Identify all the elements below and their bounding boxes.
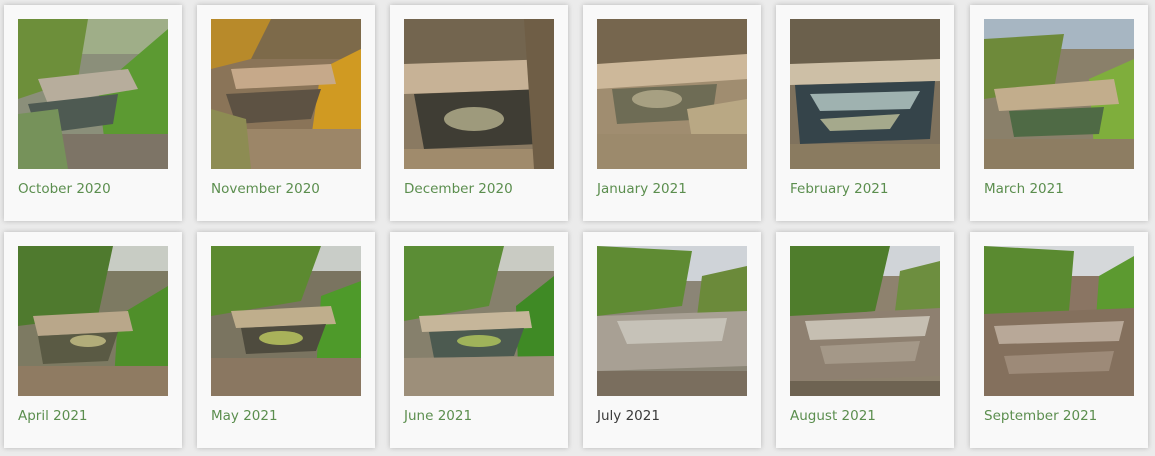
creek-photo xyxy=(211,19,361,169)
gallery-photo[interactable] xyxy=(790,19,940,169)
gallery-card[interactable]: April 2021 xyxy=(4,232,182,448)
gallery-card[interactable]: May 2021 xyxy=(197,232,375,448)
gallery-photo[interactable] xyxy=(984,246,1134,396)
gallery-photo[interactable] xyxy=(211,246,361,396)
photo-caption: September 2021 xyxy=(984,408,1098,424)
photo-caption: November 2020 xyxy=(211,181,320,197)
gallery-card[interactable]: January 2021 xyxy=(583,5,761,221)
photo-caption: May 2021 xyxy=(211,408,278,424)
gallery-card[interactable]: September 2021 xyxy=(970,232,1148,448)
photo-caption: January 2021 xyxy=(597,181,687,197)
creek-photo xyxy=(211,246,361,396)
gallery-card[interactable]: December 2020 xyxy=(390,5,568,221)
gallery-card[interactable]: March 2021 xyxy=(970,5,1148,221)
gallery-photo[interactable] xyxy=(18,19,168,169)
gallery-photo[interactable] xyxy=(211,19,361,169)
creek-photo xyxy=(790,246,940,396)
photo-caption: February 2021 xyxy=(790,181,889,197)
gallery-card[interactable]: July 2021 xyxy=(583,232,761,448)
gallery-photo[interactable] xyxy=(404,246,554,396)
creek-photo xyxy=(984,246,1134,396)
creek-photo xyxy=(18,246,168,396)
gallery-photo[interactable] xyxy=(597,19,747,169)
creek-photo xyxy=(597,19,747,169)
gallery-card[interactable]: October 2020 xyxy=(4,5,182,221)
photo-caption: August 2021 xyxy=(790,408,876,424)
photo-caption: October 2020 xyxy=(18,181,111,197)
photo-caption: December 2020 xyxy=(404,181,513,197)
gallery-photo[interactable] xyxy=(790,246,940,396)
photo-gallery: October 2020 November 2020 December 2020… xyxy=(0,0,1155,456)
creek-photo xyxy=(404,246,554,396)
gallery-photo[interactable] xyxy=(404,19,554,169)
gallery-card[interactable]: February 2021 xyxy=(776,5,954,221)
gallery-photo[interactable] xyxy=(984,19,1134,169)
creek-photo xyxy=(984,19,1134,169)
gallery-photo[interactable] xyxy=(597,246,747,396)
gallery-card[interactable]: June 2021 xyxy=(390,232,568,448)
creek-photo xyxy=(404,19,554,169)
gallery-card[interactable]: August 2021 xyxy=(776,232,954,448)
creek-photo xyxy=(790,19,940,169)
creek-photo xyxy=(597,246,747,396)
photo-caption: June 2021 xyxy=(404,408,473,424)
gallery-card[interactable]: November 2020 xyxy=(197,5,375,221)
gallery-photo[interactable] xyxy=(18,246,168,396)
creek-photo xyxy=(18,19,168,169)
photo-caption: July 2021 xyxy=(597,408,660,424)
photo-caption: March 2021 xyxy=(984,181,1064,197)
photo-caption: April 2021 xyxy=(18,408,88,424)
